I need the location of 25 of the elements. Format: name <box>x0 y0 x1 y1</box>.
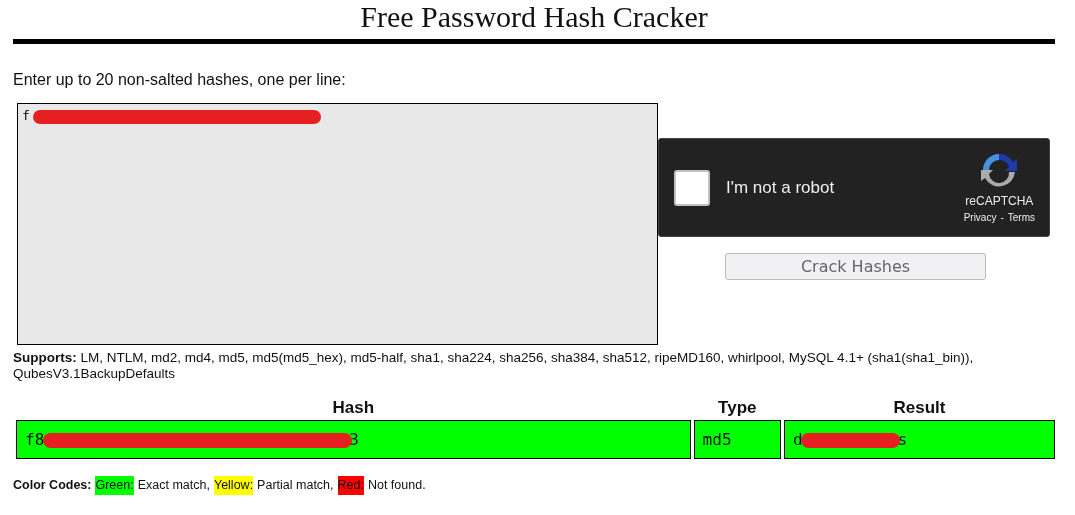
cell-text: 3 <box>349 428 359 451</box>
color-meaning: Partial match, <box>257 477 334 494</box>
color-meaning: Not found. <box>367 477 426 494</box>
privacy-link[interactable]: Privacy <box>963 210 997 225</box>
captcha-brand: reCAPTCHA <box>965 193 1034 210</box>
cell-text: s <box>897 428 908 451</box>
color-meaning: Exact match, <box>137 477 210 494</box>
supports-text: Supports: LM, NTLM, md2, md4, md5, md5(md5_hex), md5-half, sha1, sha224, sha256, sha384, sha512, ripeMD160, whirlpool, MySQL 4.1+ (sha1(sha1_bin)), QubesV3.1BackupDefaults <box>13 350 975 382</box>
color-swatch: Red: <box>337 476 364 495</box>
color-swatch: Green: <box>95 476 134 495</box>
instruction-text: Enter up to 20 non-salted hashes, one per line: <box>13 70 347 90</box>
hash-input-field[interactable]: f <box>17 103 658 345</box>
column-header: Type <box>717 399 758 417</box>
cell-text: f8 <box>25 428 45 451</box>
column-header: Hash <box>331 399 376 417</box>
cell-text: md5 <box>702 428 732 451</box>
link-separator: - <box>1000 211 1004 225</box>
terms-link[interactable]: Terms <box>1007 210 1035 225</box>
color-swatch: Yellow: <box>213 476 254 495</box>
captcha-checkbox[interactable] <box>674 169 710 206</box>
captcha-label: I'm not a robot <box>726 176 836 199</box>
column-header: Result <box>892 399 947 417</box>
color-codes-label: Color Codes: <box>13 477 92 494</box>
cell-text: d <box>792 428 803 451</box>
page-title: Free Password Hash Cracker <box>359 0 709 34</box>
